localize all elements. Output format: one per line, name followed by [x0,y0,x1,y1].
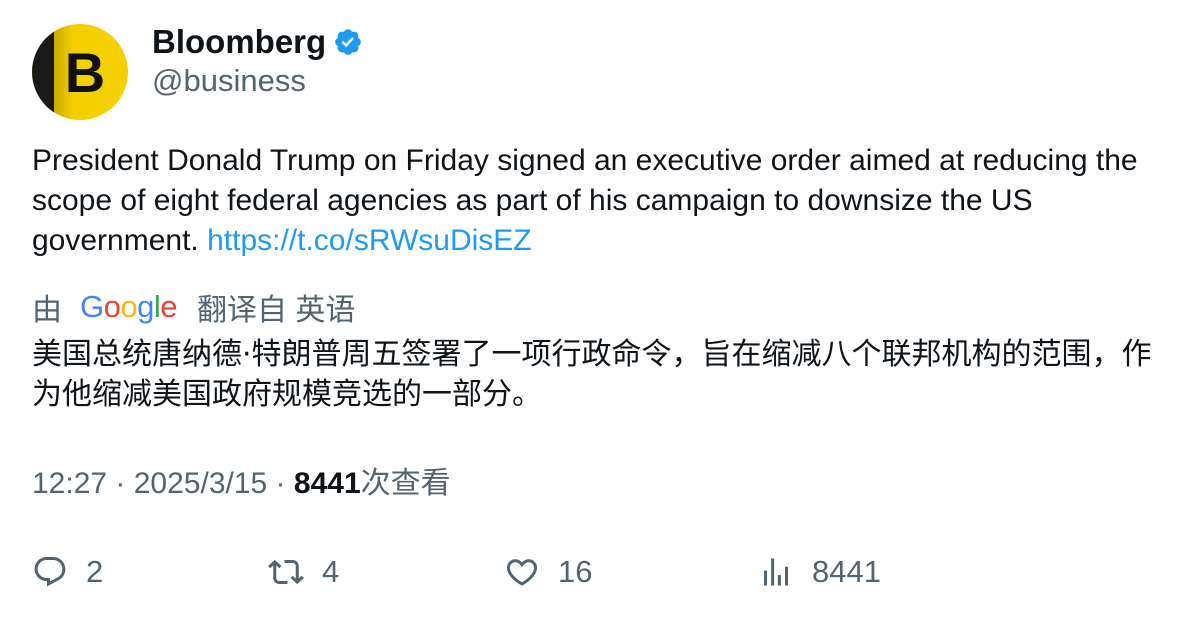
avatar[interactable]: B [32,24,128,120]
translation-attribution: 由 Google 翻译自 英语 [32,286,355,328]
heart-icon [506,559,538,586]
avatar-letter: B [64,40,106,104]
tweet-date[interactable]: 2025/3/15 [134,467,267,500]
author-name-row: Bloomberg [152,22,363,62]
retweet-icon [268,559,304,585]
tweet-meta: 12:27 · 2025/3/15 · 8441次查看 [32,464,451,504]
tweet-time[interactable]: 12:27 [32,467,107,500]
translation-suffix[interactable]: 翻译自 英语 [197,285,355,329]
view-count: 8441 [293,467,361,500]
translated-text: 美国总统唐纳德·特朗普周五签署了一项行政命令，旨在缩减八个联邦机构的范围，作为他… [32,337,1152,412]
tweet-link[interactable]: https://t.co/sRWsuDisEZ [207,224,532,257]
author-name[interactable]: Bloomberg [152,22,326,62]
like-count: 16 [558,554,593,589]
reply-button[interactable]: 2 [32,551,103,593]
retweet-count: 4 [322,554,340,589]
like-button[interactable]: 16 [504,551,592,593]
action-bar: 2 4 16 8441 [32,551,1172,593]
retweet-button[interactable]: 4 [268,551,339,593]
reply-count: 2 [86,554,104,589]
analytics-button[interactable]: 8441 [758,551,881,593]
tweet-body-text: President Donald Trump on Friday signed … [32,144,1138,257]
author-handle[interactable]: @business [152,62,306,100]
views-label: 次查看 [360,467,451,500]
meta-separator-2: · [267,467,294,500]
verified-badge-icon [335,29,361,55]
meta-separator: · [107,467,134,500]
tweet-text: President Donald Trump on Friday signed … [32,141,1172,261]
reply-icon [34,557,66,587]
google-logo: Google [80,289,178,324]
analytics-icon [764,558,788,586]
translation-prefix: 由 [32,294,62,327]
views-count: 8441 [812,554,881,589]
